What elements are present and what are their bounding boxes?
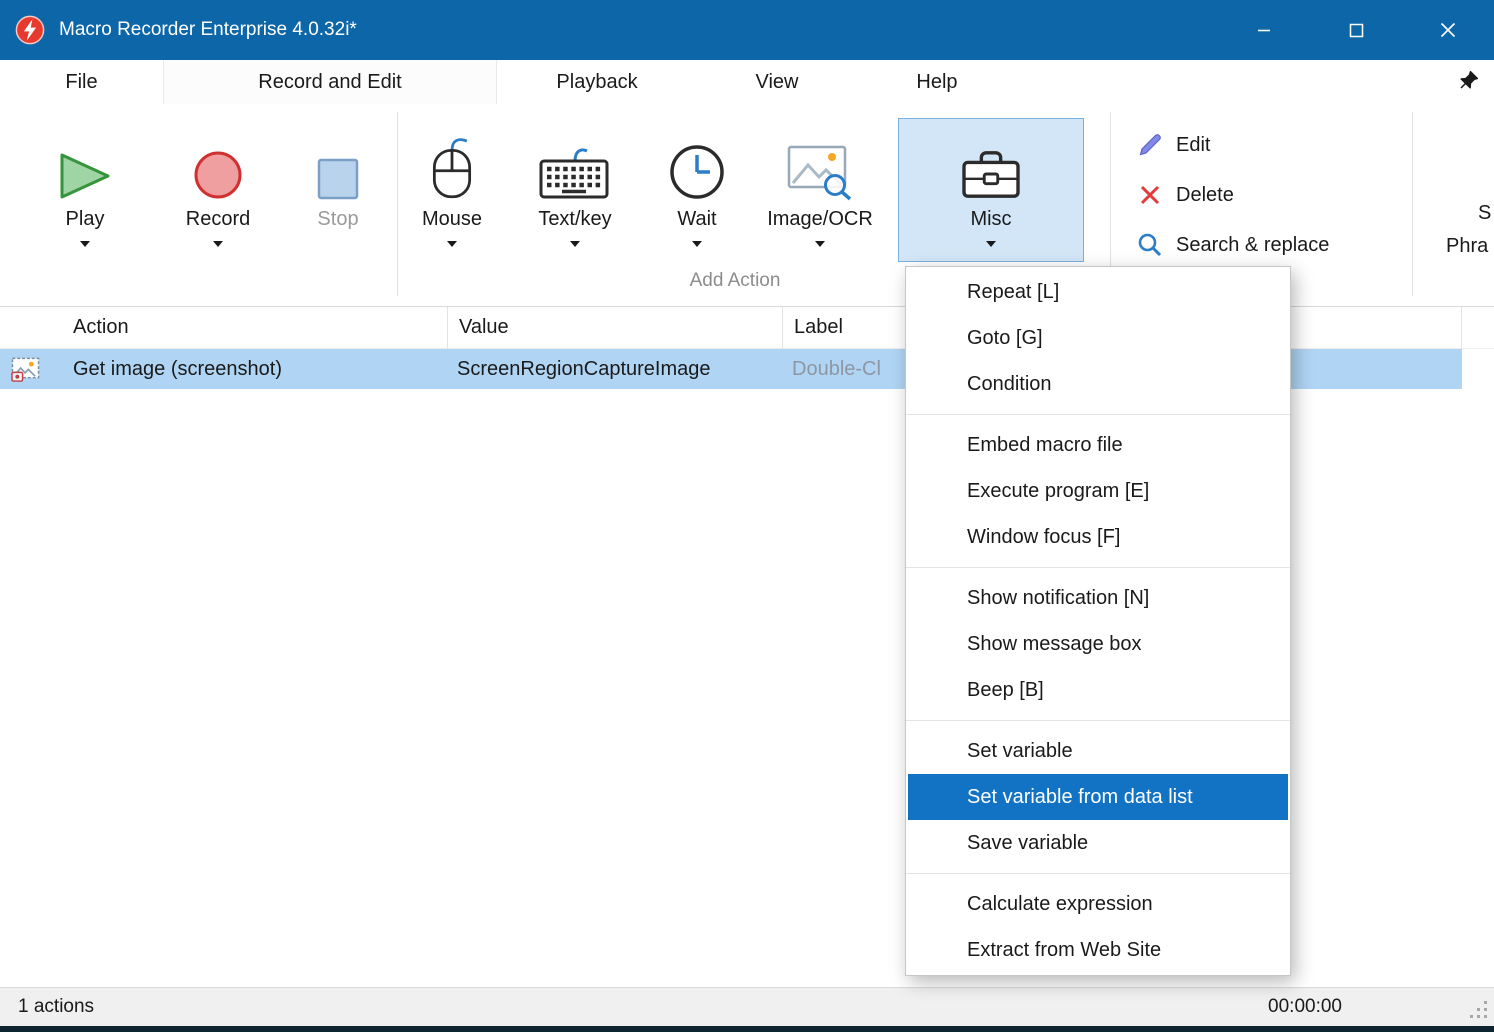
- caption-buttons: [1218, 0, 1494, 60]
- app-window: Macro Recorder Enterprise 4.0.32i* File …: [0, 0, 1494, 1032]
- menu-item-beep[interactable]: Beep [B]: [906, 667, 1290, 713]
- play-icon: [41, 119, 129, 205]
- column-header-action[interactable]: Action: [62, 307, 447, 349]
- menu-item-embed-macro-file[interactable]: Embed macro file: [906, 422, 1290, 468]
- keyboard-icon: [528, 119, 622, 205]
- tab-record-and-edit[interactable]: Record and Edit: [163, 60, 497, 104]
- row-label-cell: Double-Cl: [792, 349, 881, 389]
- wait-dropdown-arrow[interactable]: [692, 241, 702, 247]
- column-header-value[interactable]: Value: [447, 307, 782, 349]
- edit-label: Edit: [1176, 134, 1210, 157]
- search-replace-label: Search & replace: [1176, 234, 1329, 257]
- menu-separator: [906, 873, 1290, 874]
- mouse-dropdown-arrow[interactable]: [447, 241, 457, 247]
- pin-icon[interactable]: [1457, 69, 1481, 93]
- misc-button[interactable]: Misc: [898, 118, 1084, 262]
- clock-icon: [658, 119, 736, 205]
- imageocr-label: Image/OCR: [767, 205, 873, 233]
- stop-label: Stop: [317, 205, 358, 233]
- edit-pencil-icon: [1136, 131, 1164, 159]
- tab-playback-label: Playback: [556, 71, 637, 94]
- menu-item-repeat[interactable]: Repeat [L]: [906, 269, 1290, 315]
- imageocr-button[interactable]: Image/OCR: [758, 118, 882, 262]
- play-label: Play: [66, 205, 105, 233]
- record-button[interactable]: Record: [165, 118, 271, 262]
- menu-item-show-notification[interactable]: Show notification [N]: [906, 575, 1290, 621]
- menu-item-window-focus[interactable]: Window focus [F]: [906, 514, 1290, 560]
- play-button[interactable]: Play: [40, 118, 130, 262]
- imageocr-dropdown-arrow[interactable]: [815, 241, 825, 247]
- delete-button[interactable]: Delete: [1126, 174, 1244, 216]
- row-action-cell: Get image (screenshot): [73, 349, 282, 389]
- wait-button[interactable]: Wait: [657, 118, 737, 262]
- menu-item-goto[interactable]: Goto [G]: [906, 315, 1290, 361]
- misc-dropdown-arrow[interactable]: [986, 241, 996, 247]
- tab-help[interactable]: Help: [857, 60, 1017, 104]
- close-button[interactable]: [1402, 0, 1494, 60]
- app-icon: [15, 15, 45, 45]
- status-timer: 00:00:00: [1268, 988, 1342, 1026]
- menu-item-set-variable-from-data-list[interactable]: Set variable from data list: [908, 774, 1288, 820]
- minimize-button[interactable]: [1218, 0, 1310, 60]
- tab-record-and-edit-label: Record and Edit: [258, 71, 401, 94]
- mouse-label: Mouse: [422, 205, 482, 233]
- delete-label: Delete: [1176, 184, 1234, 207]
- wait-label: Wait: [677, 205, 716, 233]
- tab-view-label: View: [756, 71, 799, 94]
- row-value-cell: ScreenRegionCaptureImage: [457, 349, 711, 389]
- menu-separator: [906, 567, 1290, 568]
- menu-item-save-variable[interactable]: Save variable: [906, 820, 1290, 866]
- resize-grip[interactable]: [1468, 999, 1490, 1021]
- menu-item-execute-program[interactable]: Execute program [E]: [906, 468, 1290, 514]
- menu-separator: [906, 720, 1290, 721]
- menu-item-set-variable[interactable]: Set variable: [906, 728, 1290, 774]
- titlebar: Macro Recorder Enterprise 4.0.32i*: [0, 0, 1494, 60]
- record-dropdown-arrow[interactable]: [213, 241, 223, 247]
- clipped-group-text-1: S: [1478, 202, 1491, 225]
- search-replace-button[interactable]: Search & replace: [1126, 224, 1339, 266]
- tab-help-label: Help: [916, 71, 957, 94]
- misc-briefcase-icon: [899, 119, 1083, 205]
- ribbon-separator: [1412, 112, 1413, 296]
- ribbon-separator: [397, 112, 398, 296]
- stop-button: Stop: [294, 118, 382, 262]
- menu-item-calculate-expression[interactable]: Calculate expression: [906, 881, 1290, 927]
- misc-dropdown-menu: Repeat [L] Goto [G] Condition Embed macr…: [905, 266, 1291, 976]
- menu-item-condition[interactable]: Condition: [906, 361, 1290, 407]
- tab-view[interactable]: View: [697, 60, 857, 104]
- mouse-button[interactable]: Mouse: [412, 118, 492, 262]
- textkey-button[interactable]: Text/key: [527, 118, 623, 262]
- tab-playback[interactable]: Playback: [497, 60, 697, 104]
- menubar: File Record and Edit Playback View Help: [0, 60, 1494, 104]
- mouse-icon: [413, 119, 491, 205]
- edit-button[interactable]: Edit: [1126, 124, 1220, 166]
- menu-separator: [906, 414, 1290, 415]
- textkey-dropdown-arrow[interactable]: [570, 241, 580, 247]
- image-ocr-icon: [759, 119, 881, 205]
- menu-item-extract-from-web-site[interactable]: Extract from Web Site: [906, 927, 1290, 973]
- screenshot-row-icon: [11, 355, 40, 383]
- maximize-button[interactable]: [1310, 0, 1402, 60]
- tab-file[interactable]: File: [0, 60, 163, 104]
- statusbar: 1 actions 00:00:00: [0, 987, 1494, 1026]
- play-dropdown-arrow[interactable]: [80, 241, 90, 247]
- tab-file-label: File: [65, 71, 97, 94]
- clipped-group-text-2: Phra: [1446, 235, 1488, 258]
- misc-label: Misc: [970, 205, 1011, 233]
- search-icon: [1136, 231, 1164, 259]
- record-label: Record: [186, 205, 250, 233]
- textkey-label: Text/key: [538, 205, 611, 233]
- window-title: Macro Recorder Enterprise 4.0.32i*: [59, 19, 357, 41]
- menu-item-show-message-box[interactable]: Show message box: [906, 621, 1290, 667]
- record-icon: [166, 119, 270, 205]
- delete-x-icon: [1136, 181, 1164, 209]
- stop-icon: [295, 119, 381, 205]
- status-action-count: 1 actions: [18, 988, 94, 1026]
- window-bottom-border: [0, 1026, 1494, 1032]
